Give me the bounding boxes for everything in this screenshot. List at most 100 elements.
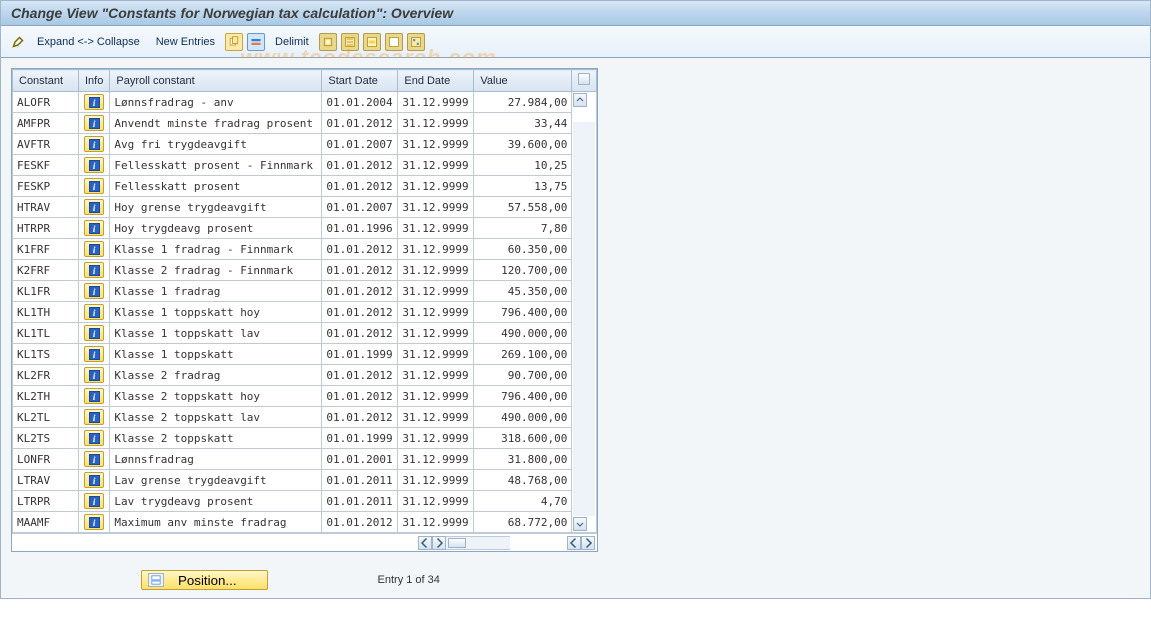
info-icon[interactable]: i (84, 199, 104, 215)
cell-constant[interactable]: KL2TS (13, 428, 79, 449)
table-row[interactable]: MAAMFiMaximum anv minste fradrag01.01.20… (13, 512, 597, 533)
cell-desc[interactable]: Klasse 2 fradrag - Finnmark (110, 260, 322, 281)
cell-value[interactable]: 27.984,00 (474, 92, 572, 113)
cell-end-date[interactable]: 31.12.9999 (398, 197, 474, 218)
cell-constant[interactable]: HTRPR (13, 218, 79, 239)
info-icon[interactable]: i (84, 472, 104, 488)
cell-start-date[interactable]: 01.01.2012 (322, 239, 398, 260)
info-icon[interactable]: i (84, 220, 104, 236)
cell-value[interactable]: 13,75 (474, 176, 572, 197)
cell-desc[interactable]: Klasse 1 toppskatt lav (110, 323, 322, 344)
cell-end-date[interactable]: 31.12.9999 (398, 113, 474, 134)
hscroll-thumb[interactable] (448, 538, 466, 548)
table-row[interactable]: LONFRiLønnsfradrag01.01.200131.12.999931… (13, 449, 597, 470)
cell-desc[interactable]: Klasse 1 fradrag - Finnmark (110, 239, 322, 260)
cell-desc[interactable]: Klasse 2 fradrag (110, 365, 322, 386)
cell-end-date[interactable]: 31.12.9999 (398, 407, 474, 428)
cell-end-date[interactable]: 31.12.9999 (398, 239, 474, 260)
col-select[interactable] (572, 70, 597, 92)
cell-desc[interactable]: Hoy trygdeavg prosent (110, 218, 322, 239)
info-icon[interactable]: i (84, 493, 104, 509)
cell-desc[interactable]: Klasse 2 toppskatt (110, 428, 322, 449)
delete-icon[interactable] (247, 33, 265, 51)
cell-end-date[interactable]: 31.12.9999 (398, 155, 474, 176)
select-block-icon[interactable] (363, 33, 381, 51)
cell-desc[interactable]: Klasse 2 toppskatt hoy (110, 386, 322, 407)
cell-value[interactable]: 318.600,00 (474, 428, 572, 449)
cell-end-date[interactable]: 31.12.9999 (398, 323, 474, 344)
cell-constant[interactable]: FESKF (13, 155, 79, 176)
table-row[interactable]: KL2TLiKlasse 2 toppskatt lav01.01.201231… (13, 407, 597, 428)
expand-collapse-button[interactable]: Expand <-> Collapse (31, 34, 146, 50)
cell-value[interactable]: 39.600,00 (474, 134, 572, 155)
cell-start-date[interactable]: 01.01.2007 (322, 134, 398, 155)
cell-value[interactable]: 490.000,00 (474, 323, 572, 344)
cell-start-date[interactable]: 01.01.1999 (322, 428, 398, 449)
cell-constant[interactable]: K1FRF (13, 239, 79, 260)
cell-start-date[interactable]: 01.01.2012 (322, 512, 398, 533)
cell-desc[interactable]: Fellesskatt prosent - Finnmark (110, 155, 322, 176)
new-entries-button[interactable]: New Entries (150, 34, 221, 50)
cell-constant[interactable]: MAAMF (13, 512, 79, 533)
table-row[interactable]: ALOFRiLønnsfradrag - anv01.01.200431.12.… (13, 92, 597, 113)
info-icon[interactable]: i (84, 367, 104, 383)
cell-constant[interactable]: AMFPR (13, 113, 79, 134)
cell-start-date[interactable]: 01.01.2012 (322, 176, 398, 197)
table-row[interactable]: KL2FRiKlasse 2 fradrag01.01.201231.12.99… (13, 365, 597, 386)
configuration-icon[interactable] (407, 33, 425, 51)
cell-desc[interactable]: Hoy grense trygdeavgift (110, 197, 322, 218)
cell-start-date[interactable]: 01.01.2012 (322, 260, 398, 281)
cell-desc[interactable]: Lav grense trygdeavgift (110, 470, 322, 491)
cell-value[interactable]: 4,70 (474, 491, 572, 512)
cell-end-date[interactable]: 31.12.9999 (398, 428, 474, 449)
info-icon[interactable]: i (84, 241, 104, 257)
table-row[interactable]: KL1TSiKlasse 1 toppskatt01.01.199931.12.… (13, 344, 597, 365)
cell-value[interactable]: 90.700,00 (474, 365, 572, 386)
cell-end-date[interactable]: 31.12.9999 (398, 512, 474, 533)
undo-change-icon[interactable] (319, 33, 337, 51)
table-settings-icon[interactable] (578, 73, 590, 85)
cell-end-date[interactable]: 31.12.9999 (398, 470, 474, 491)
cell-end-date[interactable]: 31.12.9999 (398, 176, 474, 197)
cell-start-date[interactable]: 01.01.2011 (322, 491, 398, 512)
hscroll-track[interactable] (446, 536, 510, 550)
info-icon[interactable]: i (84, 304, 104, 320)
cell-start-date[interactable]: 01.01.2012 (322, 407, 398, 428)
cell-constant[interactable]: LONFR (13, 449, 79, 470)
table-row[interactable]: KL1FRiKlasse 1 fradrag01.01.201231.12.99… (13, 281, 597, 302)
info-icon[interactable]: i (84, 283, 104, 299)
table-row[interactable]: LTRPRiLav trygdeavg prosent01.01.201131.… (13, 491, 597, 512)
cell-constant[interactable]: LTRPR (13, 491, 79, 512)
cell-value[interactable]: 120.700,00 (474, 260, 572, 281)
cell-start-date[interactable]: 01.01.2012 (322, 386, 398, 407)
cell-end-date[interactable]: 31.12.9999 (398, 302, 474, 323)
cell-value[interactable]: 33,44 (474, 113, 572, 134)
info-icon[interactable]: i (84, 388, 104, 404)
cell-end-date[interactable]: 31.12.9999 (398, 449, 474, 470)
info-icon[interactable]: i (84, 346, 104, 362)
cell-start-date[interactable]: 01.01.2012 (322, 302, 398, 323)
delimit-button[interactable]: Delimit (269, 34, 315, 50)
cell-constant[interactable]: AVFTR (13, 134, 79, 155)
cell-constant[interactable]: ALOFR (13, 92, 79, 113)
info-icon[interactable]: i (84, 325, 104, 341)
cell-end-date[interactable]: 31.12.9999 (398, 218, 474, 239)
table-row[interactable]: FESKFiFellesskatt prosent - Finnmark01.0… (13, 155, 597, 176)
info-icon[interactable]: i (84, 262, 104, 278)
cell-start-date[interactable]: 01.01.2004 (322, 92, 398, 113)
hscroll-right2-icon[interactable] (581, 536, 595, 550)
table-row[interactable]: KL1TLiKlasse 1 toppskatt lav01.01.201231… (13, 323, 597, 344)
cell-start-date[interactable]: 01.01.1999 (322, 344, 398, 365)
cell-constant[interactable]: KL2TH (13, 386, 79, 407)
toggle-display-change-icon[interactable] (9, 33, 27, 51)
cell-start-date[interactable]: 01.01.2011 (322, 470, 398, 491)
info-icon[interactable]: i (84, 178, 104, 194)
cell-constant[interactable]: KL1TH (13, 302, 79, 323)
cell-constant[interactable]: LTRAV (13, 470, 79, 491)
cell-value[interactable]: 48.768,00 (474, 470, 572, 491)
vertical-scrollbar[interactable] (572, 92, 597, 533)
table-row[interactable]: AVFTRiAvg fri trygdeavgift01.01.200731.1… (13, 134, 597, 155)
cell-value[interactable]: 7,80 (474, 218, 572, 239)
col-start[interactable]: Start Date (322, 70, 398, 92)
cell-end-date[interactable]: 31.12.9999 (398, 386, 474, 407)
